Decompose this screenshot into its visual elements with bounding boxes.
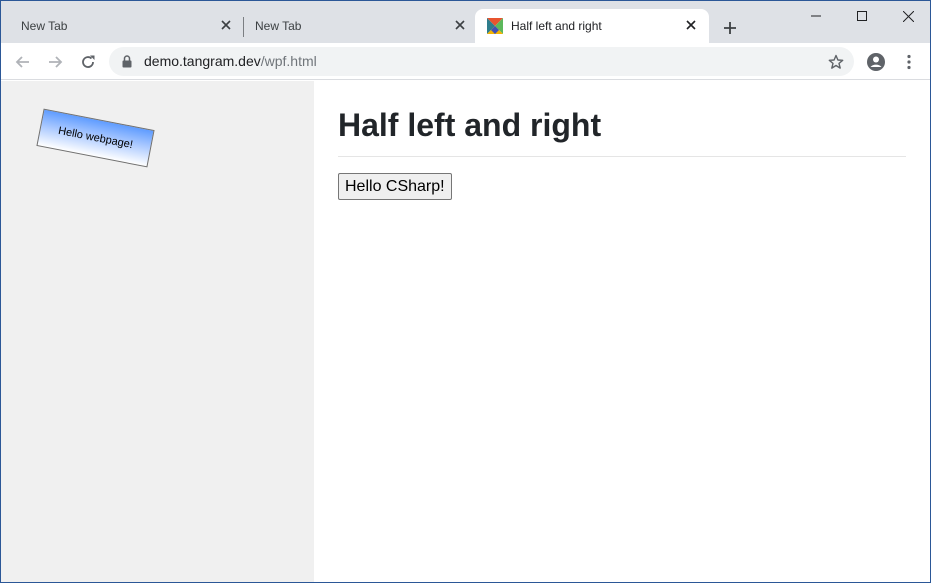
tab-close-button[interactable] [682, 16, 700, 34]
address-bar[interactable]: demo.tangram.dev/wpf.html [109, 47, 854, 76]
tangram-favicon-icon [487, 18, 503, 34]
back-button[interactable] [10, 49, 36, 75]
back-arrow-icon [15, 56, 29, 68]
menu-button[interactable] [896, 49, 922, 75]
tab-close-button[interactable] [451, 16, 469, 34]
tab-close-button[interactable] [217, 16, 235, 34]
star-icon [828, 54, 844, 69]
tab-title: New Tab [255, 19, 302, 33]
page-content: Hello webpage! Half left and right Hello… [1, 81, 930, 582]
url-host: demo.tangram.dev [144, 53, 261, 69]
heading-divider [338, 156, 906, 157]
lock-icon [122, 55, 132, 68]
close-icon [686, 20, 696, 30]
close-icon [221, 20, 231, 30]
tab-half-left-and-right[interactable]: Half left and right [475, 9, 709, 43]
forward-arrow-icon [49, 56, 63, 68]
window-close-button[interactable] [885, 1, 930, 31]
maximize-icon [857, 11, 867, 21]
minimize-icon [811, 15, 821, 17]
vertical-dots-icon [907, 54, 911, 70]
browser-window: New Tab New Tab Half left and right demo… [0, 0, 931, 583]
close-icon [455, 20, 465, 30]
bookmark-button[interactable] [825, 51, 847, 73]
reload-icon [82, 55, 95, 68]
page-heading: Half left and right [338, 107, 602, 143]
tab-title: New Tab [21, 19, 68, 33]
close-icon [902, 10, 914, 22]
tab-new-tab-2[interactable]: New Tab [235, 9, 475, 43]
url-text: demo.tangram.dev/wpf.html [144, 53, 317, 69]
right-web-pane: Half left and right Hello CSharp! [314, 81, 930, 582]
hello-csharp-button[interactable]: Hello CSharp! [338, 173, 452, 200]
account-circle-icon [867, 53, 885, 71]
reload-button[interactable] [75, 49, 101, 75]
browser-toolbar: demo.tangram.dev/wpf.html [1, 43, 930, 80]
tab-new-tab-1[interactable]: New Tab [1, 9, 243, 43]
left-wpf-pane: Hello webpage! [1, 81, 314, 582]
new-tab-button[interactable] [717, 15, 743, 41]
maximize-button[interactable] [839, 1, 885, 31]
forward-button[interactable] [42, 49, 68, 75]
hello-webpage-button[interactable]: Hello webpage! [36, 108, 155, 168]
profile-button[interactable] [863, 49, 889, 75]
plus-icon [724, 22, 736, 34]
tab-title: Half left and right [511, 19, 602, 33]
minimize-button[interactable] [793, 1, 839, 31]
tab-strip: New Tab New Tab Half left and right [1, 1, 930, 43]
url-path: /wpf.html [260, 53, 317, 69]
